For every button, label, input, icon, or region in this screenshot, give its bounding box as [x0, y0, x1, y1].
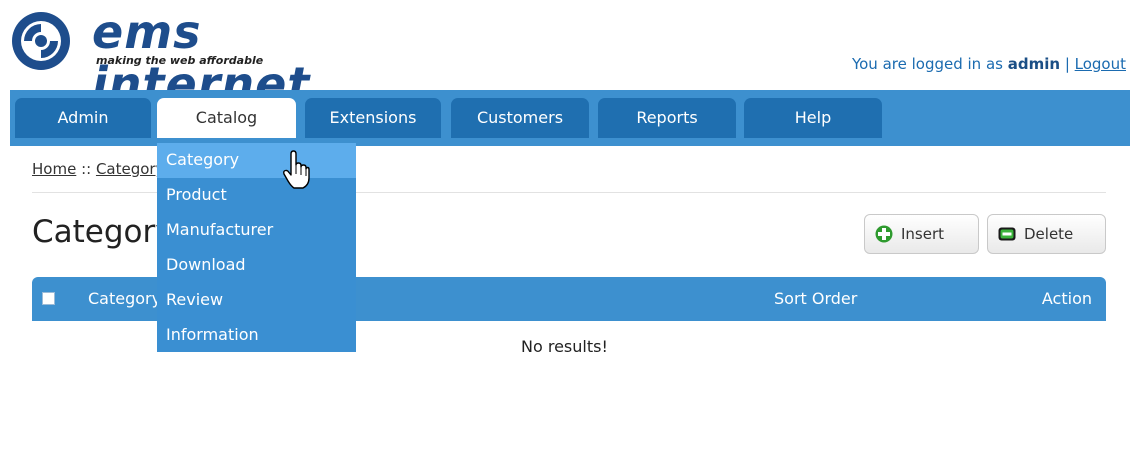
dropdown-item-information[interactable]: Information [157, 318, 356, 353]
logout-link[interactable]: Logout [1075, 55, 1126, 73]
main-menu: Admin Catalog Extensions Customers Repor… [10, 90, 1130, 146]
tab-help[interactable]: Help [744, 98, 882, 138]
plus-icon [875, 225, 893, 243]
delete-button[interactable]: Delete [987, 214, 1106, 254]
column-action: Action [1041, 289, 1092, 308]
login-prefix: You are logged in as [851, 55, 1008, 73]
breadcrumb-separator: :: [76, 160, 96, 178]
select-all-checkbox[interactable] [42, 292, 55, 305]
page-title: Category [32, 214, 174, 250]
column-sort-order[interactable]: Sort Order [774, 289, 857, 308]
breadcrumb-home[interactable]: Home [32, 160, 76, 178]
tab-customers[interactable]: Customers [451, 98, 589, 138]
tab-extensions[interactable]: Extensions [305, 98, 441, 138]
dropdown-item-review[interactable]: Review [157, 283, 356, 318]
breadcrumb: Home :: Category [32, 160, 164, 178]
dropdown-item-product[interactable]: Product [157, 178, 356, 213]
insert-button[interactable]: Insert [864, 214, 979, 254]
logo-tagline: making the web affordable [96, 54, 264, 67]
logo-swirl-icon [12, 12, 70, 70]
no-results-message: No results! [521, 337, 608, 356]
login-separator: | [1060, 55, 1075, 73]
dropdown-item-download[interactable]: Download [157, 248, 356, 283]
tab-reports[interactable]: Reports [598, 98, 736, 138]
breadcrumb-current[interactable]: Category [96, 160, 165, 178]
logo[interactable]: ems internet making the web affordable [10, 6, 370, 110]
username: admin [1007, 55, 1061, 73]
tab-admin[interactable]: Admin [15, 98, 151, 138]
minus-icon [998, 227, 1016, 241]
tab-catalog[interactable]: Catalog [157, 98, 296, 138]
dropdown-item-category[interactable]: Category [157, 143, 356, 178]
delete-label: Delete [1024, 225, 1074, 243]
catalog-dropdown: Category Product Manufacturer Download R… [157, 143, 356, 352]
insert-label: Insert [901, 225, 945, 243]
hand-cursor-icon [283, 150, 310, 189]
login-info: You are logged in as admin | Logout [852, 55, 1126, 73]
dropdown-item-manufacturer[interactable]: Manufacturer [157, 213, 356, 248]
